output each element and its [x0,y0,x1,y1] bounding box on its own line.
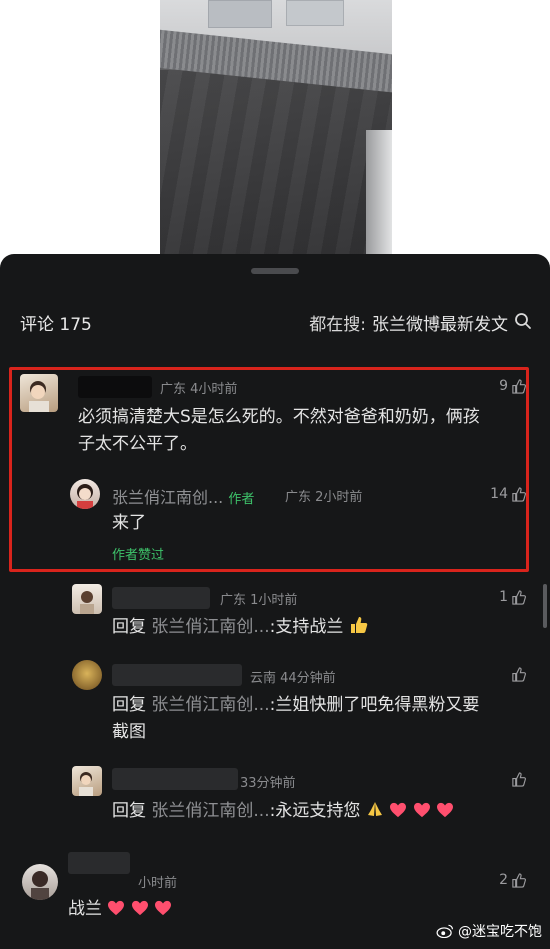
like-button[interactable] [508,667,526,682]
thumbs-up-icon [512,872,526,888]
avatar[interactable] [72,660,102,690]
reply-to-name[interactable]: 张兰俏江南创... [151,617,269,637]
comment-text-line: 子太不公平了。 [78,434,197,454]
blurred-username [68,852,130,874]
author-liked-badge: 作者赞过 [112,548,165,563]
like-count: 9 [499,378,508,394]
child-avatar-icon [29,381,49,412]
watermark-text: @迷宝吃不饱 [458,924,542,940]
blurred-username [78,376,152,398]
reply-text: 回复 张兰俏江南创...:永远支持您 [112,798,454,825]
reply-meta: 广东 2小时前 [285,490,363,505]
reply-meta: 云南 44分钟前 [250,671,336,686]
child-avatar-icon [79,772,93,796]
thumbs-up-icon [512,378,526,394]
reply-text: 来了 [112,513,146,533]
blurred-username [112,768,238,790]
search-icon [515,313,531,329]
hot-search-prefix: 都在搜: [309,315,366,335]
reply-meta: 广东 1小时前 [220,593,298,608]
reply-text: 回复 张兰俏江南创...:兰姐快删了吧免得黑粉又要 截图 [112,692,532,746]
heart-emoji [390,802,407,818]
heart-emoji [155,900,172,916]
like-button[interactable]: 9 [499,378,526,394]
reply-text-line: 截图 [112,722,146,742]
author-avatar[interactable] [70,479,100,509]
thumbs-up-icon [512,772,526,787]
comments-count: 评论 175 [20,315,92,335]
reply-prefix: 回复 [112,617,146,637]
avatar[interactable] [72,584,102,614]
reply-to-name[interactable]: 张兰俏江南创... [151,695,269,715]
avatar[interactable] [20,374,58,412]
reply-prefix: 回复 [112,801,146,821]
comment-text: 战兰 [68,896,172,923]
thumbs-up-icon [512,486,526,502]
video-rail [366,130,392,256]
like-button[interactable]: 2 [499,872,526,888]
blurred-username [112,664,242,686]
weibo-logo-icon [436,924,454,938]
screen: 评论 175 都在搜: 张兰微博最新发文 广东 4小时前 9 必须搞清楚大S是怎… [0,0,550,949]
like-count: 14 [490,486,508,502]
author-tag: 作者 [228,492,255,507]
woman-avatar-icon [77,484,93,509]
user-avatar-icon [31,871,49,900]
comment-text-line: 必须搞清楚大S是怎么死的。不然对爸爸和奶奶，俩孩 [78,407,480,427]
avatar[interactable] [72,766,102,796]
heart-emoji [436,802,453,818]
avatar[interactable] [22,864,58,900]
video-door [286,0,344,26]
like-count: 1 [499,589,508,605]
reply-text: 回复 张兰俏江南创...:支持战兰 [112,614,369,641]
comment-text: 必须搞清楚大S是怎么死的。不然对爸爸和奶奶，俩孩 子太不公平了。 [78,404,523,458]
video-frame[interactable] [160,0,392,256]
like-button[interactable]: 14 [490,486,526,502]
heart-emoji [108,900,125,916]
reply-content: :支持战兰 [269,617,344,637]
thumbs-up-icon [512,589,526,605]
thumbs-up-emoji [350,617,368,633]
scrollbar[interactable] [543,584,547,628]
like-count: 2 [499,872,508,888]
video-door [208,0,272,28]
reply-content: :永远支持您 [269,801,361,821]
comment-meta: 小时前 [138,876,178,891]
drag-handle[interactable] [251,268,299,274]
comment-content: 战兰 [68,899,102,919]
reply-meta: 33分钟前 [240,776,296,791]
reply-to-name[interactable]: 张兰俏江南创... [151,801,269,821]
hot-search-keyword: 张兰微博最新发文 [372,315,508,335]
pray-emoji [367,802,382,816]
reply-prefix: 回复 [112,695,146,715]
video-floor [160,70,392,256]
reply-text-line: 回复 张兰俏江南创...:兰姐快删了吧免得黑粉又要 [112,692,532,719]
watermark: @迷宝吃不饱 [436,921,542,941]
heart-emoji [131,900,148,916]
reply-content: :兰姐快删了吧免得黑粉又要 [269,695,480,715]
comment-meta: 广东 4小时前 [160,382,238,397]
comment-panel: 评论 175 都在搜: 张兰微博最新发文 广东 4小时前 9 必须搞清楚大S是怎… [0,254,550,949]
heart-emoji [413,802,430,818]
thumbs-up-icon [512,667,526,682]
hot-search-link[interactable]: 都在搜: 张兰微博最新发文 [309,310,532,335]
like-button[interactable] [508,772,526,787]
user-avatar-icon [80,591,94,614]
blurred-username [112,587,210,609]
reply-author-name[interactable]: 张兰俏江南创... 作者 [112,484,254,508]
like-button[interactable]: 1 [499,589,526,605]
author-name: 张兰俏江南创... [112,488,224,507]
